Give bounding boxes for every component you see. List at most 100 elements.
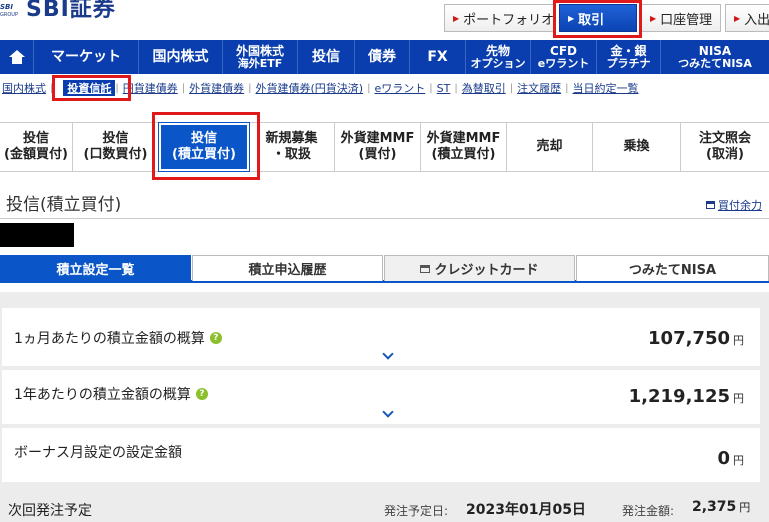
subnav-yen-bonds[interactable]: 円貨建債券 [119,80,182,96]
nav-cfd-label: CFD [550,43,577,58]
next-order-amount-value: 2,375 [692,499,737,515]
accumulation-subtabs: 積立設定一覧 積立申込履歴 クレジットカード つみたてNISA [0,255,769,283]
deposit-label: 入出 [744,12,769,28]
subnav-order-history[interactable]: 注文履歴 [513,80,565,96]
nav-ewarrant-label: eワラント [537,56,590,70]
next-order-amount-label: 発注金額: [622,504,675,518]
nav-cfd[interactable]: CFD eワラント [531,40,597,74]
nav-domestic-stock[interactable]: 国内株式 [139,40,223,74]
help-icon[interactable]: ? [209,332,222,344]
tab-foreign-mmf-buy[interactable]: 外貨建MMF (買付) [335,123,421,171]
trade-tabs: 投信 (金額買付) 投信 (口数買付) 投信 (積立買付) 新規募集 ・取扱 外貨建MM… [0,122,769,172]
nav-domestic-stock-label: 国内株式 [152,49,209,65]
tab-sell[interactable]: 売却 [507,123,593,171]
logo-small-text: SBI [0,3,13,11]
buying-power-link[interactable]: 買付余力 [706,197,762,213]
home-nav[interactable] [0,40,34,74]
bonus-month-row: ボーナス月設定の設定金額 0円 [2,428,760,482]
nav-bonds-label: 債券 [368,49,396,65]
tab-label: 売却 [536,139,563,154]
nav-trust[interactable]: 投信 [298,40,355,74]
subtab-credit-card[interactable]: クレジットカード [384,255,575,281]
tab-label: 投信 [22,131,49,146]
trade-button[interactable]: ▶ 取引 [559,4,637,32]
tab-label: 注文照会 [698,131,751,146]
next-order-label: 次回発注予定 [8,503,92,519]
tab-sub-label: ・取扱 [271,147,311,162]
nav-gold-label: 金・銀 [610,43,647,58]
subnav-foreign-bonds-yen[interactable]: 外貨建債券(円貨決済) [252,80,368,96]
nav-gold[interactable]: 金・銀 プラチナ [597,40,661,74]
tab-trust-unit-buy[interactable]: 投信 (口数買付) [73,123,159,171]
portfolio-button[interactable]: ▶ ポートフォリオ [444,4,554,32]
tab-trust-accumulation-buy[interactable]: 投信 (積立買付) [158,122,250,172]
tab-trust-amount-buy[interactable]: 投信 (金額買付) [0,123,73,171]
currency-unit: 円 [733,392,744,405]
nav-foreign-stock-label: 外国株式 [235,43,284,58]
redacted-account-info [0,223,74,247]
tab-switch[interactable]: 乗換 [593,123,681,171]
yearly-estimate-amount: 1,219,125 円 [629,386,744,407]
monthly-estimate-text: 1ヵ月あたりの積立金額の概算 [14,331,205,347]
subnav-fx-trade[interactable]: 為替取引 [458,80,510,96]
nav-nisa[interactable]: NISA つみたてNISA [661,40,769,74]
subtab-label: 積立申込履歴 [248,263,327,278]
yearly-estimate-text: 1年あたりの積立金額の概算 [14,387,191,403]
nav-market[interactable]: マーケット [34,40,139,74]
portfolio-label: ポートフォリオ [463,12,555,28]
tab-foreign-mmf-accumulation[interactable]: 外貨建MMF (積立買付) [421,123,507,171]
subtab-label: クレジットカード [434,263,539,278]
monthly-estimate-amount: 107,750 円 [648,328,744,349]
next-order-amount: 2,375 円 [692,499,750,515]
subtab-application-history[interactable]: 積立申込履歴 [192,255,383,281]
subnav-st[interactable]: ST [433,82,455,95]
subtab-tsumitate-nisa[interactable]: つみたてNISA [576,255,769,281]
subnav-domestic-stock[interactable]: 国内株式 [0,80,50,96]
subnav-investment-trust[interactable]: 投資信託 [63,80,116,96]
tab-sub-label: (積立買付) [431,147,496,162]
deposit-button[interactable]: ▶ 入出 [725,4,769,32]
currency-unit: 円 [733,334,744,347]
nav-platinum-label: プラチナ [606,56,651,70]
sbi-logo[interactable]: SBI GROUP SBI証券 [0,0,116,22]
account-management-label: 口座管理 [660,12,713,28]
chevron-down-icon[interactable] [382,406,394,418]
nav-bonds[interactable]: 債券 [355,40,410,74]
tab-sub-label: (口数買付) [83,147,148,162]
triangle-right-icon: ▶ [650,13,657,23]
bonus-month-label: ボーナス月設定の設定金額 [14,445,182,461]
subtab-label: 積立設定一覧 [56,263,135,278]
subnav-foreign-bonds[interactable]: 外貨建債券 [185,80,248,96]
subnav-today-executions[interactable]: 当日約定一覧 [568,80,642,96]
triangle-right-icon: ▶ [453,13,460,23]
yearly-estimate-value: 1,219,125 [628,386,730,407]
home-icon [8,50,25,64]
subtab-label: つみたてNISA [628,263,717,278]
nav-fx[interactable]: FX [410,40,466,74]
tab-new-offering[interactable]: 新規募集 ・取扱 [249,123,335,171]
nav-foreign-stock[interactable]: 外国株式 海外ETF [223,40,298,74]
tab-sub-label: (買付) [358,147,397,162]
subtab-accumulation-settings[interactable]: 積立設定一覧 [0,255,191,281]
tab-sub-label: (取消) [706,147,744,162]
subnav-ewarrant[interactable]: eワラント [370,80,429,96]
nav-market-label: マーケット [51,49,121,65]
tab-label: 外貨建MMF [340,131,415,146]
account-management-button[interactable]: ▶ 口座管理 [641,4,721,32]
tab-label: 投信 [102,131,129,146]
yearly-estimate-label: 1年あたりの積立金額の概算 ? [14,384,208,404]
nav-foreign-etf-label: 海外ETF [237,56,283,70]
accumulation-summary: 1ヵ月あたりの積立金額の概算 ? 107,750 円 1年あたりの積立金額の概算 … [0,292,769,522]
main-nav: マーケット 国内株式 外国株式 海外ETF 投信 債券 FX 先物 オプション … [0,40,769,74]
nav-trust-label: 投信 [312,49,340,65]
next-order-date-label: 発注予定日: [384,504,449,518]
help-icon[interactable]: ? [195,388,208,400]
monthly-estimate-value: 107,750 [648,328,730,349]
currency-unit: 円 [739,501,751,514]
chevron-down-icon[interactable] [382,348,394,360]
tab-label: 外貨建MMF [426,131,501,146]
sub-nav: 国内株式 | 投資信託 | 円貨建債券 | 外貨建債券 | 外貨建債券(円貨決済) | e… [0,78,769,98]
nav-futures[interactable]: 先物 オプション [466,40,531,74]
monthly-estimate-label: 1ヵ月あたりの積立金額の概算 ? [14,328,222,348]
tab-order-inquiry[interactable]: 注文照会 (取消) [681,123,769,171]
